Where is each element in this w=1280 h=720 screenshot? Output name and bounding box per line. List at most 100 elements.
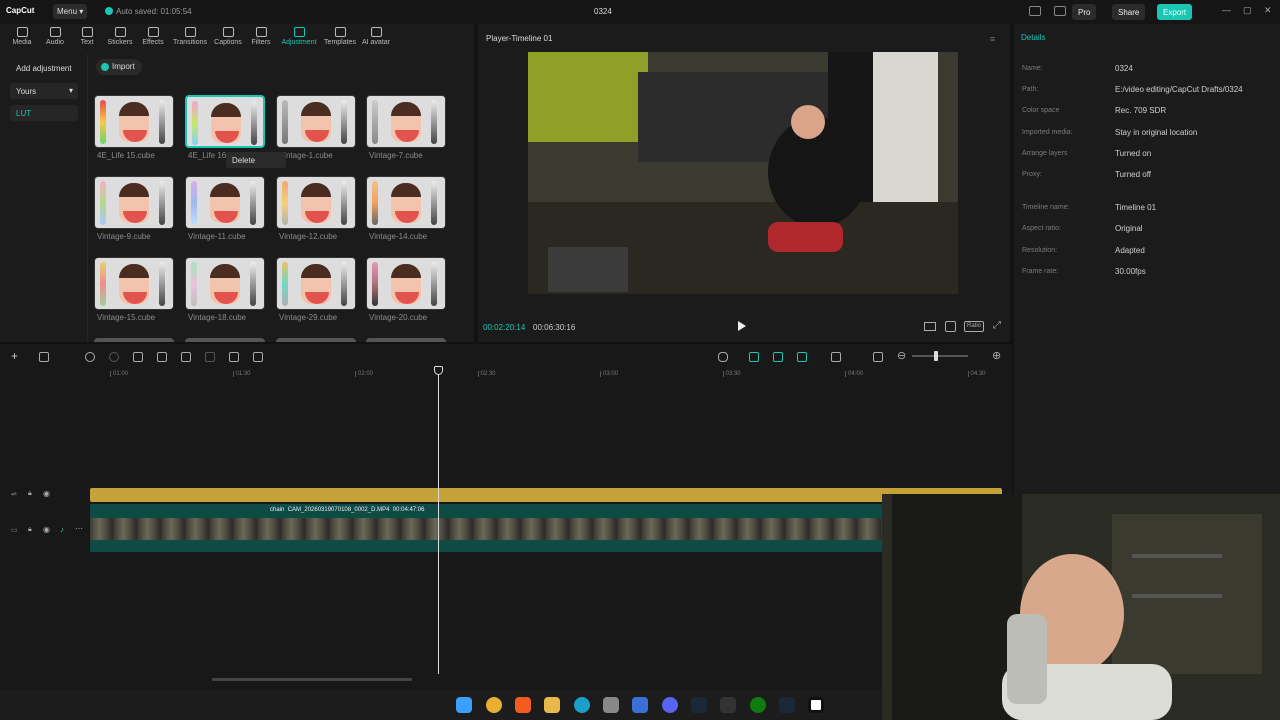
maximize-icon[interactable]: ▢ (1243, 5, 1252, 16)
adjustment-clip[interactable] (90, 488, 1002, 502)
timeline-scrollbar[interactable] (212, 678, 412, 681)
clip-frame (234, 518, 257, 540)
zoom-out-icon[interactable]: ⊖ (897, 349, 906, 362)
full-quality-icon[interactable] (924, 322, 936, 331)
pro-button[interactable]: Pro (1072, 4, 1097, 20)
zoom-slider[interactable] (912, 351, 968, 361)
steam-alt-icon[interactable] (779, 697, 795, 713)
lut-thumbnail[interactable] (185, 257, 265, 310)
detail-key: Path: (1022, 86, 1039, 93)
lut-thumbnail[interactable] (276, 95, 356, 148)
audio-icon[interactable]: ♪ (60, 525, 64, 534)
menu-button[interactable]: Menu ▾ (53, 4, 87, 19)
more-icon[interactable]: ⋯ (75, 524, 83, 533)
ruler-tick (477, 371, 479, 377)
lut-thumbnail-partial[interactable] (185, 338, 265, 342)
select-tool-icon[interactable] (39, 352, 49, 362)
xbox-icon[interactable] (750, 697, 766, 713)
chevron-down-icon: ▾ (79, 7, 84, 16)
preview-icon[interactable] (831, 352, 841, 362)
file-explorer-icon[interactable] (544, 697, 560, 713)
lut-thumbnail-partial[interactable] (366, 338, 446, 342)
epic-games-icon[interactable] (720, 697, 736, 713)
preview-axis-icon[interactable] (797, 352, 807, 362)
redo-icon[interactable] (109, 352, 119, 362)
video-track-controls: ▭ 🔒︎ ◉ ♪ ⋯ (0, 524, 88, 568)
play-icon[interactable] (738, 321, 746, 331)
close-icon[interactable]: ✕ (1264, 5, 1272, 16)
playhead-handle[interactable] (434, 366, 443, 375)
video-preview[interactable] (528, 52, 958, 294)
tab-templates[interactable]: Templates (320, 27, 360, 46)
marker-icon[interactable] (229, 352, 239, 362)
project-title: 0324 (594, 7, 612, 16)
lut-thumbnail-partial[interactable] (276, 338, 356, 342)
trim-right-icon[interactable] (181, 352, 191, 362)
hamburger-icon[interactable]: ≡ (990, 34, 995, 44)
delete-icon[interactable] (205, 352, 215, 362)
trim-left-icon[interactable] (157, 352, 167, 362)
lut-thumbnail[interactable] (366, 257, 446, 310)
video-clip[interactable] (90, 504, 882, 552)
clip-frame (210, 518, 233, 540)
discord-icon[interactable] (662, 697, 678, 713)
lock-icon[interactable]: 🔒︎ (28, 526, 32, 534)
tab-effects[interactable]: Effects (133, 27, 173, 46)
capcut-icon[interactable] (808, 697, 824, 713)
clip-frame (762, 518, 785, 540)
add-adjustment-button[interactable]: Add adjustment (10, 61, 78, 77)
lut-thumbnail[interactable] (366, 176, 446, 229)
lut-thumbnail[interactable] (276, 176, 356, 229)
undo-icon[interactable] (85, 352, 95, 362)
tone-swatch (159, 181, 165, 225)
lut-thumbnail[interactable] (94, 176, 174, 229)
context-menu-delete[interactable]: Delete (226, 152, 286, 168)
playhead[interactable] (438, 368, 439, 674)
lut-thumbnail[interactable] (185, 95, 265, 148)
lut-category[interactable]: LUT (10, 105, 78, 121)
lut-thumbnail[interactable] (94, 257, 174, 310)
shortcuts-icon[interactable] (1054, 6, 1066, 16)
fullscreen-icon[interactable]: ⤢ (993, 320, 1001, 331)
edge-icon[interactable] (574, 697, 590, 713)
zoom-handle[interactable] (934, 351, 938, 361)
lock-icon[interactable]: 🔒︎ (28, 490, 32, 498)
os-taskbar (0, 690, 882, 720)
share-button[interactable]: Share (1112, 4, 1146, 20)
layout-icon[interactable] (1029, 6, 1041, 16)
lut-thumbnail[interactable] (94, 95, 174, 148)
steam-icon[interactable] (691, 697, 707, 713)
microphone-icon[interactable] (718, 352, 728, 362)
start-icon[interactable] (456, 697, 472, 713)
lut-thumbnail-partial[interactable] (94, 338, 174, 342)
import-button[interactable]: Import (96, 59, 142, 75)
outlook-icon[interactable] (632, 697, 648, 713)
tab-filters[interactable]: Filters (241, 27, 281, 46)
ratio-button[interactable]: Ratio (964, 321, 985, 332)
lut-thumbnail[interactable] (366, 95, 446, 148)
tone-swatch (431, 100, 437, 144)
lut-thumbnail[interactable] (185, 176, 265, 229)
yours-dropdown[interactable]: Yours ▾ (10, 83, 78, 99)
freeze-icon[interactable] (253, 352, 263, 362)
link-icon[interactable] (749, 352, 759, 362)
zoom-in-icon[interactable]: ⊕ (992, 349, 1001, 362)
tab-transitions[interactable]: Transitions (170, 27, 210, 46)
brave-icon[interactable] (515, 697, 531, 713)
fit-icon[interactable] (873, 352, 883, 362)
eye-icon[interactable]: ◉ (43, 489, 50, 498)
tab-label: Media (12, 39, 32, 46)
snap-icon[interactable] (773, 352, 783, 362)
tab-adjustment[interactable]: Adjustment (279, 27, 319, 46)
detail-value: Adapted (1115, 246, 1145, 255)
tab-ai-avatar[interactable]: AI avatar (356, 27, 396, 46)
lut-thumbnail[interactable] (276, 257, 356, 310)
chrome-icon[interactable] (486, 697, 502, 713)
split-icon[interactable] (133, 352, 143, 362)
eye-icon[interactable]: ◉ (43, 525, 50, 534)
add-track-icon[interactable]: + (11, 349, 18, 363)
minimize-icon[interactable]: — (1222, 5, 1231, 15)
store-icon[interactable] (603, 697, 619, 713)
crop-icon[interactable] (945, 321, 956, 332)
export-button[interactable]: Export (1157, 4, 1193, 20)
